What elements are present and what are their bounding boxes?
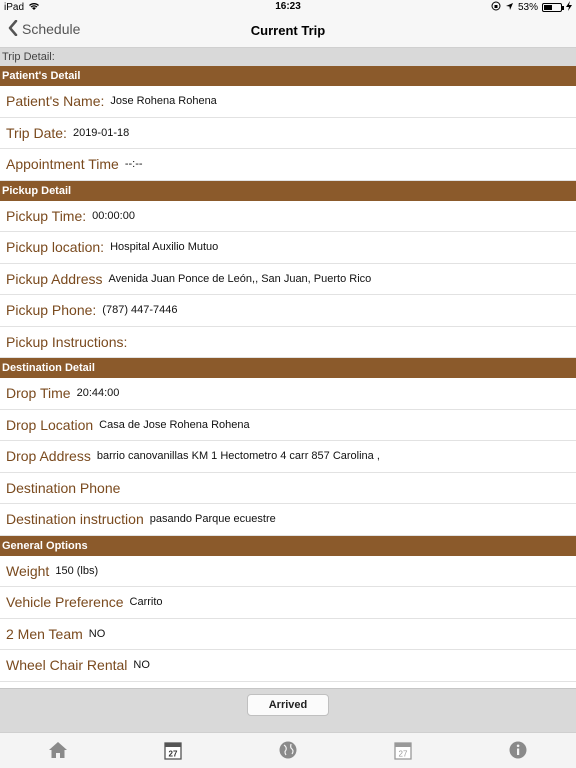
battery-fill [544, 5, 553, 10]
detail-row: Vehicle Preference Carrito [0, 587, 576, 619]
row-value: Hospital Auxilio Mutuo [110, 241, 219, 254]
row-value: Avenida Juan Ponce de León,, San Juan, P… [108, 272, 372, 285]
detail-row: Patient's Name: Jose Rohena Rohena [0, 86, 576, 118]
detail-row: Pickup Instructions: [0, 326, 576, 358]
row-label: Destination instruction [6, 511, 144, 528]
row-label: Appointment Time [6, 156, 119, 173]
row-label: Drop Location [6, 416, 94, 433]
detail-row: Pickup location: Hospital Auxilio Mutuo [0, 232, 576, 264]
row-label: Drop Address [6, 448, 91, 465]
section-header-pickup: Pickup Detail [0, 180, 576, 201]
tab-bar: 27 27 [0, 732, 576, 768]
calendar-icon: 27 [164, 742, 182, 760]
row-label: Vehicle Preference [6, 594, 124, 611]
battery-icon [542, 3, 564, 12]
action-bar: Arrived [0, 688, 576, 732]
tab-globe[interactable] [273, 735, 303, 765]
orientation-lock-icon [491, 1, 501, 14]
row-label: Pickup Instructions: [6, 333, 128, 350]
detail-row: Trip Date: 2019-01-18 [0, 117, 576, 149]
row-value: 20:44:00 [76, 387, 120, 400]
row-value: --:-- [124, 158, 143, 171]
row-label: Wheel Chair Rental [6, 657, 128, 674]
charging-icon [566, 1, 572, 14]
detail-row: Drop Location Casa de Jose Rohena Rohena [0, 409, 576, 441]
row-label: Patient's Name: [6, 93, 105, 110]
status-time: 16:23 [275, 1, 301, 12]
section-header-patient: Patient's Detail [0, 66, 576, 86]
nav-bar: Schedule Current Trip [0, 14, 576, 48]
row-label: 2 Men Team [6, 625, 83, 642]
page-title: Current Trip [250, 23, 326, 38]
location-icon [505, 2, 514, 14]
detail-row: Pickup Time: 00:00:00 [0, 200, 576, 232]
calendar-day: 27 [169, 750, 178, 759]
battery-percent: 53% [517, 2, 538, 13]
phone-link[interactable]: (787) 447-7446 [102, 304, 177, 316]
info-icon [509, 741, 527, 759]
row-label: Pickup location: [6, 239, 105, 256]
trip-detail-label: Trip Detail: [0, 48, 576, 66]
detail-row: Drop Time 20:44:00 [0, 378, 576, 410]
detail-row: Pickup Address Avenida Juan Ponce de León… [0, 263, 576, 295]
calendar-icon: 27 [394, 742, 412, 760]
row-value: pasando Parque ecuestre [149, 513, 276, 526]
row-value: NO [88, 627, 106, 640]
row-value: 2019-01-18 [72, 126, 130, 139]
detail-row: Drop Address barrio canovanillas KM 1 Hec… [0, 441, 576, 473]
detail-row: Destination instruction pasando Parque ec… [0, 504, 576, 536]
calendar-day: 27 [399, 750, 408, 759]
row-label: Pickup Phone: [6, 302, 97, 319]
home-icon [49, 742, 67, 758]
row-label: Weight [6, 562, 50, 579]
row-label: Destination Phone [6, 479, 121, 496]
status-bar: iPad 16:23 53% [0, 0, 576, 14]
arrived-button[interactable]: Arrived [247, 694, 329, 716]
globe-icon [279, 741, 297, 759]
section-header-destination: Destination Detail [0, 358, 576, 378]
row-label: Pickup Address [6, 270, 103, 287]
row-value: Jose Rohena Rohena [110, 95, 217, 108]
status-right: 53% [491, 1, 572, 14]
detail-row: 2 Men Team NO [0, 618, 576, 650]
detail-row: Appointment Time --:-- [0, 149, 576, 181]
row-value: 150 (lbs) [55, 564, 99, 577]
trip-detail-content: Patient's Detail Patient's Name: Jose Roh… [0, 66, 576, 682]
detail-row: Destination Phone [0, 472, 576, 504]
row-label: Trip Date: [6, 124, 67, 141]
row-label: Pickup Time: [6, 207, 87, 224]
row-label: Drop Time [6, 385, 71, 402]
row-value: 00:00:00 [92, 209, 135, 222]
detail-row: Pickup Phone: (787) 447-7446 [0, 295, 576, 327]
tab-calendar-2[interactable]: 27 [388, 735, 418, 765]
row-value: NO [133, 659, 150, 672]
section-header-general: General Options [0, 535, 576, 556]
row-value: Casa de Jose Rohena Rohena [99, 418, 250, 431]
tab-home[interactable] [43, 735, 73, 765]
tab-calendar[interactable]: 27 [158, 735, 188, 765]
detail-row: Weight 150 (lbs) [0, 555, 576, 587]
tab-info[interactable] [503, 735, 533, 765]
row-value: Carrito [129, 596, 163, 609]
detail-row: Wheel Chair Rental NO [0, 650, 576, 682]
row-value: barrio canovanillas KM 1 Hectometro 4 ca… [96, 450, 380, 463]
